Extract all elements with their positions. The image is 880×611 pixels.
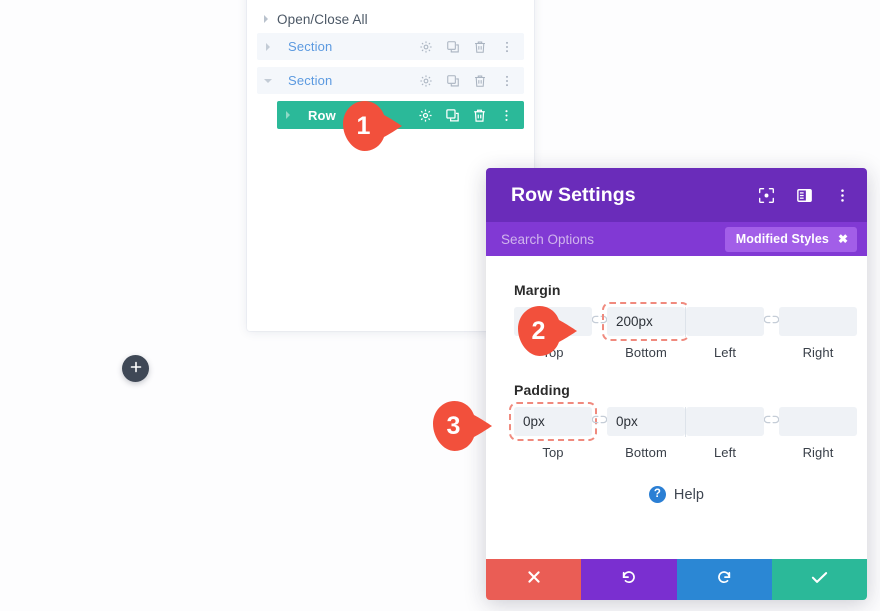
gear-icon[interactable] — [418, 39, 433, 54]
margin-link-top-bottom[interactable] — [592, 307, 607, 325]
more-vertical-icon[interactable] — [499, 73, 514, 88]
margin-bottom-caption: Bottom — [625, 345, 667, 360]
margin-top-input[interactable] — [514, 307, 592, 336]
padding-left-cell: Left — [686, 407, 764, 460]
chevron-down-icon[interactable] — [261, 77, 275, 85]
margin-left-cell: Left — [686, 307, 764, 360]
callout-marker-3: 3 — [430, 400, 494, 452]
layer-label: Row — [308, 107, 336, 123]
padding-top-input[interactable] — [509, 402, 597, 441]
help-row[interactable]: ? Help — [514, 486, 839, 503]
layer-label: Section — [288, 39, 333, 54]
margin-top-cell: Top — [514, 307, 592, 360]
chevron-right-icon[interactable] — [261, 42, 275, 52]
padding-right-input[interactable] — [779, 407, 857, 436]
padding-bottom-caption: Bottom — [625, 445, 667, 460]
gear-icon[interactable] — [418, 73, 433, 88]
margin-bottom-input[interactable] — [602, 302, 690, 341]
padding-left-input[interactable] — [686, 407, 764, 436]
padding-right-cell: Right — [779, 407, 857, 460]
padding-bottom-input[interactable] — [607, 407, 685, 436]
margin-label: Margin — [514, 282, 561, 298]
close-icon — [527, 570, 541, 589]
chevron-right-icon[interactable] — [281, 110, 295, 120]
row-settings-modal: Row Settings Search Options Modified Sty… — [486, 168, 867, 600]
layer-row-row[interactable]: Row — [277, 101, 524, 129]
margin-left-input[interactable] — [686, 307, 764, 336]
trash-icon[interactable] — [472, 108, 487, 123]
padding-top-caption: Top — [542, 445, 564, 460]
margin-fields: Top Bottom Left — [514, 302, 857, 360]
check-icon — [811, 570, 828, 590]
padding-bottom-cell: Bottom — [607, 407, 685, 460]
open-close-all-row[interactable]: Open/Close All — [247, 5, 534, 33]
more-vertical-icon[interactable] — [499, 39, 514, 54]
layer-row-section-2[interactable]: Section — [257, 67, 524, 94]
trash-icon[interactable] — [472, 39, 487, 54]
add-element-button[interactable] — [122, 355, 149, 382]
padding-right-caption: Right — [802, 445, 834, 460]
margin-left-caption: Left — [713, 345, 737, 360]
close-icon[interactable]: ✖ — [838, 233, 848, 245]
modified-styles-label: Modified Styles — [735, 232, 829, 246]
margin-group: Margin Top Bottom — [514, 282, 857, 360]
focus-mode-icon[interactable] — [757, 186, 775, 204]
open-close-all-label: Open/Close All — [277, 11, 368, 27]
more-vertical-icon[interactable] — [499, 108, 514, 123]
margin-right-cell: Right — [779, 307, 857, 360]
layer-actions — [418, 39, 524, 54]
layer-label: Section — [288, 73, 333, 88]
margin-right-input[interactable] — [779, 307, 857, 336]
duplicate-icon[interactable] — [445, 108, 460, 123]
row-settings-body: Margin Top Bottom — [486, 256, 867, 559]
padding-link-top-bottom[interactable] — [592, 407, 607, 425]
panel-layout-icon[interactable] — [795, 186, 813, 204]
redo-icon — [716, 569, 733, 591]
row-settings-header-icons — [757, 186, 851, 204]
duplicate-icon[interactable] — [445, 73, 460, 88]
trash-icon[interactable] — [472, 73, 487, 88]
save-button[interactable] — [771, 559, 867, 600]
margin-right-caption: Right — [802, 345, 834, 360]
search-options-input[interactable] — [501, 231, 711, 247]
padding-top-cell: Top — [509, 402, 597, 460]
plus-icon — [130, 360, 142, 378]
row-settings-footer — [486, 559, 867, 600]
row-settings-search-bar: Modified Styles ✖ — [486, 222, 867, 256]
padding-fields: Top Bottom Left — [509, 402, 857, 460]
help-label: Help — [673, 486, 705, 503]
padding-link-left-right[interactable] — [764, 407, 779, 425]
cancel-button[interactable] — [486, 559, 582, 600]
margin-top-caption: Top — [542, 345, 564, 360]
padding-left-caption: Left — [713, 445, 737, 460]
callout-number: 3 — [446, 411, 461, 440]
margin-bottom-cell: Bottom — [602, 302, 690, 360]
padding-label: Padding — [514, 382, 570, 398]
gear-icon[interactable] — [418, 108, 433, 123]
row-settings-title: Row Settings — [511, 183, 636, 206]
padding-group: Padding Top Bottom — [509, 382, 857, 460]
redo-button[interactable] — [676, 559, 772, 600]
modified-styles-badge[interactable]: Modified Styles ✖ — [724, 226, 857, 252]
row-settings-header: Row Settings — [486, 168, 867, 222]
layer-actions — [418, 108, 524, 123]
margin-link-left-right[interactable] — [764, 307, 779, 325]
duplicate-icon[interactable] — [445, 39, 460, 54]
layer-actions — [418, 73, 524, 88]
layer-row-section-1[interactable]: Section — [257, 33, 524, 60]
question-circle-icon: ? — [648, 486, 666, 503]
undo-button[interactable] — [581, 559, 677, 600]
screenshot-stage: Open/Close All Section Section Row Row S… — [0, 0, 880, 611]
more-vertical-icon[interactable] — [833, 186, 851, 204]
undo-icon — [620, 569, 637, 591]
chevron-right-icon — [259, 14, 273, 24]
